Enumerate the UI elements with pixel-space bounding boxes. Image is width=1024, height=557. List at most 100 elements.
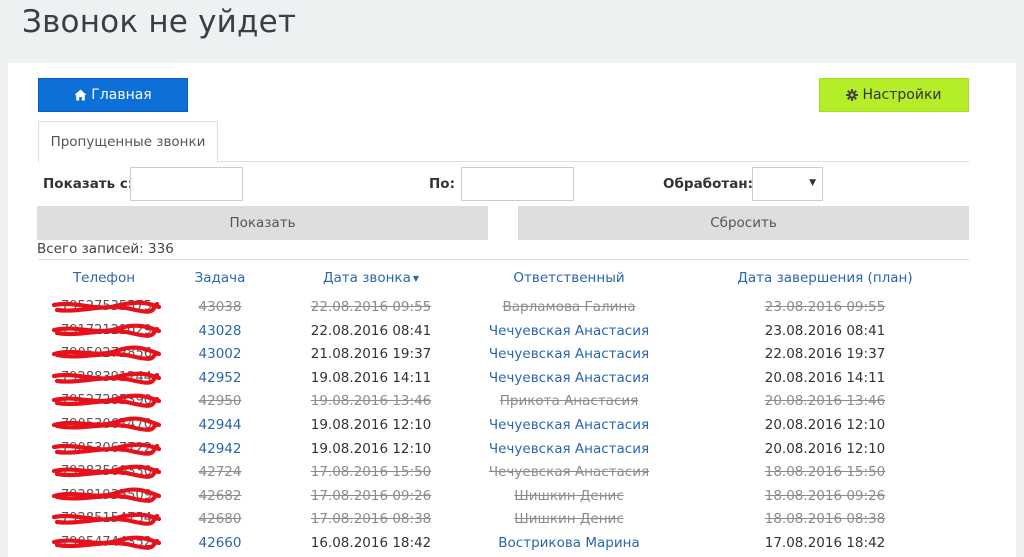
col-header-phone[interactable]: Телефон — [73, 270, 135, 286]
table-row: 79285154754 42680 17.08.2016 08:38 Шишкин Д… — [38, 508, 969, 532]
task-cell[interactable]: 42952 — [199, 370, 242, 386]
call-date-cell: 17.08.2016 08:38 — [310, 511, 432, 528]
col-header-due-date[interactable]: Дата завершения (план) — [737, 270, 912, 286]
task-cell[interactable]: 42680 — [199, 511, 242, 527]
task-cell[interactable]: 42660 — [199, 535, 242, 551]
gear-icon — [846, 89, 859, 101]
redaction-scribble — [51, 371, 162, 385]
page-title: Звонок не уйдет — [22, 4, 297, 40]
table-row: 79172121029 43028 22.08.2016 08:41 Чечуевск… — [38, 320, 969, 344]
due-date-cell: 18.08.2016 15:50 — [764, 464, 886, 481]
main-panel: Главная Настройки Пропущенные звонки Пок… — [8, 63, 1016, 557]
phone-cell: 79288391244 — [51, 368, 162, 388]
sort-desc-icon: ▼ — [412, 273, 420, 283]
redaction-scribble — [51, 464, 162, 479]
due-date-cell: 22.08.2016 19:37 — [764, 346, 886, 363]
call-date-cell: 22.08.2016 08:41 — [310, 322, 432, 339]
task-cell[interactable]: 42682 — [199, 488, 242, 504]
tab-missed-calls[interactable]: Пропущенные звонки — [38, 121, 218, 163]
phone-cell: 79054744352 — [51, 533, 162, 553]
total-records: Всего записей: 336 — [37, 241, 174, 257]
reset-button[interactable]: Сбросить — [518, 206, 969, 240]
call-date-cell: 19.08.2016 13:46 — [310, 393, 432, 410]
task-cell[interactable]: 42944 — [199, 417, 242, 433]
col-header-task[interactable]: Задача — [195, 270, 246, 286]
call-date-cell: 17.08.2016 09:26 — [310, 487, 432, 504]
call-date-cell: 21.08.2016 19:37 — [310, 346, 432, 363]
redaction-scribble — [51, 416, 162, 432]
col-header-call-date-label: Дата звонка — [322, 270, 411, 286]
responsible-cell[interactable]: Шишкин Денис — [514, 511, 623, 527]
to-date-label: По: — [429, 176, 455, 192]
due-date-cell: 18.08.2016 08:38 — [764, 511, 886, 528]
home-button[interactable]: Главная — [38, 78, 188, 112]
due-date-cell: 23.08.2016 08:41 — [764, 322, 886, 339]
tab-bar: Пропущенные звонки — [38, 121, 969, 163]
redaction-scribble — [51, 442, 162, 456]
task-cell[interactable]: 43002 — [199, 346, 242, 362]
call-date-cell: 19.08.2016 14:11 — [310, 369, 432, 386]
phone-cell: 79050272856 — [51, 344, 162, 364]
responsible-cell[interactable]: Варламова Галина — [503, 299, 636, 315]
redaction-scribble — [51, 393, 162, 409]
col-header-responsible[interactable]: Ответственный — [513, 270, 624, 286]
settings-button[interactable]: Настройки — [819, 78, 969, 112]
responsible-cell[interactable]: Вострикова Марина — [498, 535, 639, 551]
phone-cell: 79053067470 — [51, 415, 162, 435]
to-date-input[interactable] — [461, 167, 574, 201]
responsible-cell[interactable]: Чечуевская Анастасия — [489, 417, 649, 433]
phone-cell: 79527285390 — [51, 391, 162, 411]
redaction-scribble — [51, 535, 162, 550]
responsible-cell[interactable]: Чечуевская Анастасия — [489, 346, 649, 362]
phone-cell: 79172121029 — [51, 321, 162, 341]
redaction-scribble — [51, 345, 162, 362]
from-date-label: Показать с: — [43, 176, 134, 192]
from-date-input[interactable] — [130, 167, 243, 201]
due-date-cell: 18.08.2016 09:26 — [764, 487, 886, 504]
responsible-cell[interactable]: Чечуевская Анастасия — [489, 464, 649, 480]
responsible-cell[interactable]: Прикота Анастасия — [500, 393, 639, 409]
table-row: 79288391244 42952 19.08.2016 14:11 Чечуевск… — [38, 367, 969, 391]
due-date-cell: 20.08.2016 13:46 — [764, 393, 886, 410]
task-cell[interactable]: 43038 — [199, 299, 242, 315]
task-cell[interactable]: 42950 — [199, 393, 242, 409]
due-date-cell: 20.08.2016 14:11 — [764, 369, 886, 386]
table-row: 79527535575 43038 22.08.2016 09:55 Варламов… — [38, 296, 969, 320]
table-row: 79281935509 42682 17.08.2016 09:26 Шишкин Д… — [38, 485, 969, 509]
due-date-cell: 20.08.2016 12:10 — [764, 440, 886, 457]
table-row: 79527285390 42950 19.08.2016 13:46 Прикота … — [38, 390, 969, 414]
processed-label: Обработан: — [663, 176, 754, 192]
responsible-cell[interactable]: Чечуевская Анастасия — [489, 370, 649, 386]
call-date-cell: 19.08.2016 12:10 — [310, 440, 432, 457]
due-date-cell: 23.08.2016 09:55 — [764, 299, 886, 315]
show-button[interactable]: Показать — [37, 206, 488, 240]
redaction-scribble — [51, 512, 162, 527]
redaction-scribble — [51, 487, 162, 503]
phone-cell: 79281935509 — [51, 486, 162, 506]
select-caret-icon: ▼ — [809, 178, 816, 188]
table-header: Телефон Задача Дата звонка ▼ Ответственны… — [38, 260, 969, 296]
phone-cell: 79053067722 — [51, 439, 162, 459]
processed-select[interactable]: ▼ — [752, 167, 823, 201]
responsible-cell[interactable]: Чечуевская Анастасия — [489, 323, 649, 339]
responsible-cell[interactable]: Чечуевская Анастасия — [489, 441, 649, 457]
table-body: 79527535575 43038 22.08.2016 09:55 Варламов… — [38, 296, 969, 556]
phone-cell: 79527535575 — [51, 297, 162, 317]
col-header-call-date[interactable]: Дата звонка ▼ — [323, 270, 419, 286]
call-date-cell: 22.08.2016 09:55 — [310, 299, 432, 315]
phone-cell: 79285154754 — [51, 509, 162, 529]
table-row: 79050272856 43002 21.08.2016 19:37 Чечуевск… — [38, 343, 969, 367]
call-date-cell: 16.08.2016 18:42 — [310, 534, 432, 551]
task-cell[interactable]: 42942 — [199, 441, 242, 457]
responsible-cell[interactable]: Шишкин Денис — [514, 488, 623, 504]
home-icon — [74, 89, 87, 101]
table-row: 79053067470 42944 19.08.2016 12:10 Чечуевск… — [38, 414, 969, 438]
task-cell[interactable]: 42724 — [199, 464, 242, 480]
table-row: 79053067722 42942 19.08.2016 12:10 Чечуевск… — [38, 438, 969, 462]
task-cell[interactable]: 43028 — [199, 323, 242, 339]
redaction-scribble — [51, 323, 162, 338]
phone-cell: 79283560330 — [51, 462, 162, 482]
call-date-cell: 17.08.2016 15:50 — [310, 464, 432, 481]
settings-button-label: Настройки — [862, 87, 942, 103]
home-button-label: Главная — [91, 87, 152, 103]
